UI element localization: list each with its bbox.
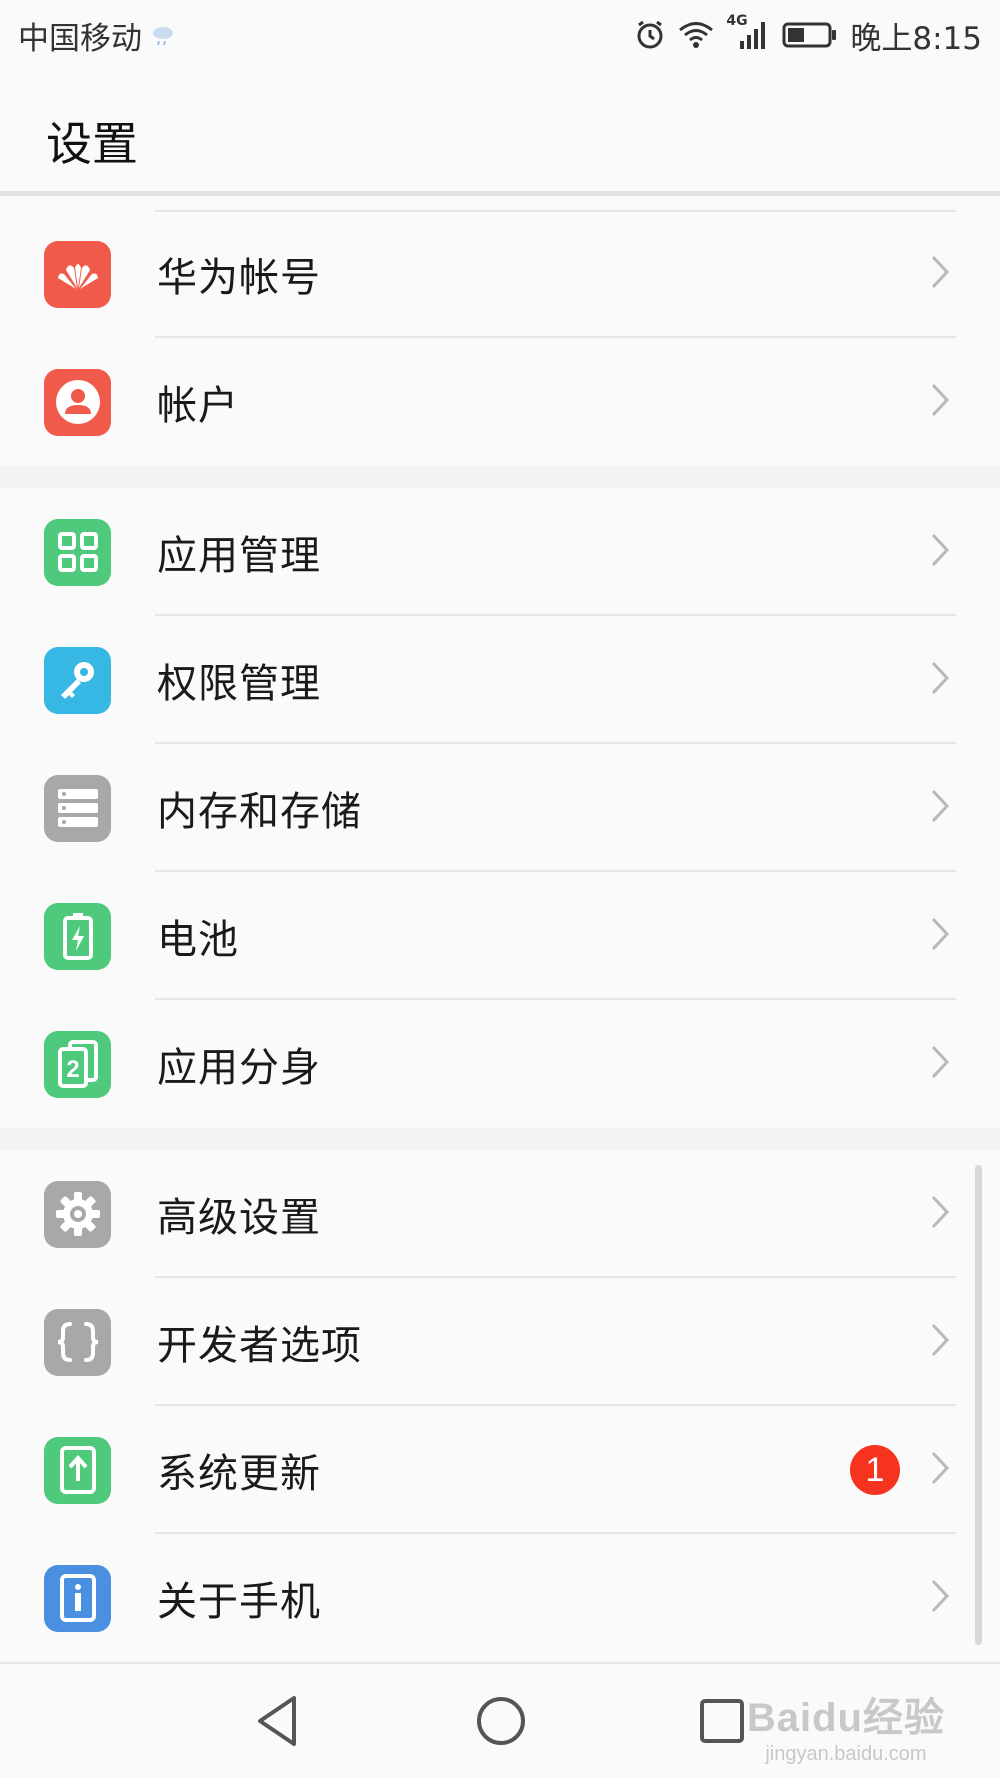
- chevron-right-icon: [930, 788, 950, 828]
- user-icon: [44, 368, 111, 436]
- settings-item-accounts[interactable]: 帐户: [0, 338, 1000, 466]
- weather-icon: [150, 22, 176, 48]
- chevron-right-icon: [930, 382, 950, 422]
- battery-icon: [44, 902, 111, 970]
- settings-item-label: 权限管理: [157, 661, 321, 707]
- settings-item-memory-storage[interactable]: 内存和存储: [0, 744, 1000, 872]
- svg-text:2: 2: [66, 1056, 79, 1083]
- settings-item-battery[interactable]: 电池: [0, 872, 1000, 1000]
- back-button[interactable]: [254, 1694, 300, 1752]
- chevron-right-icon: [930, 1450, 950, 1490]
- signal-icon: 4G: [726, 13, 770, 51]
- chevron-right-icon: [930, 1044, 950, 1084]
- network-type-label: 4G: [726, 13, 748, 29]
- chevron-right-icon: [930, 1322, 950, 1362]
- settings-item-about-phone[interactable]: 关于手机: [0, 1534, 1000, 1662]
- settings-item-label: 电池: [157, 917, 239, 963]
- title-bar: 设置: [0, 70, 1000, 196]
- system-update-icon: [44, 1436, 111, 1504]
- chevron-right-icon: [930, 254, 950, 294]
- chevron-right-icon: [930, 532, 950, 572]
- notification-badge: 1: [850, 1445, 900, 1495]
- battery-status-icon: [782, 21, 838, 49]
- settings-group-apps: 应用管理 权限管理 内存和存储 电池 2 应用分身: [0, 488, 1000, 1128]
- recents-button[interactable]: [698, 1694, 746, 1752]
- info-icon: [44, 1564, 111, 1632]
- settings-item-developer-options[interactable]: 开发者选项: [0, 1278, 1000, 1406]
- settings-item-app-management[interactable]: 应用管理: [0, 488, 1000, 616]
- settings-item-app-twin[interactable]: 2 应用分身: [0, 1000, 1000, 1128]
- storage-icon: [44, 774, 111, 842]
- watermark: Baidu经验 jingyan.baidu.com: [747, 1685, 945, 1766]
- settings-item-label: 华为帐号: [157, 255, 321, 301]
- carrier-info: 中国移动: [18, 13, 176, 58]
- page-title: 设置: [46, 117, 138, 171]
- carrier-name: 中国移动: [18, 20, 142, 57]
- watermark-logo-text: Baidu经验: [746, 1696, 945, 1740]
- clock-time: 晚上8:15: [850, 20, 982, 57]
- scrollbar[interactable]: [975, 1165, 982, 1645]
- status-bar: 中国移动 4G 晚上8:15: [0, 0, 1000, 70]
- chevron-right-icon: [930, 1578, 950, 1618]
- settings-group-account: 华为帐号 帐户: [0, 196, 1000, 466]
- settings-item-label: 系统更新: [157, 1451, 321, 1497]
- group-spacer: [0, 466, 1000, 488]
- settings-item-label: 应用管理: [157, 533, 321, 579]
- gear-icon: [44, 1180, 111, 1248]
- apps-grid-icon: [44, 518, 111, 586]
- huawei-logo-icon: [44, 240, 111, 308]
- settings-item-system-update[interactable]: 系统更新 1: [0, 1406, 1000, 1534]
- settings-item-permissions[interactable]: 权限管理: [0, 616, 1000, 744]
- braces-icon: [44, 1308, 111, 1376]
- watermark-url: jingyan.baidu.com: [765, 1743, 927, 1765]
- settings-list[interactable]: 华为帐号 帐户 应用管理 权限管理 内存和存储 电池 2 应用分身 高级设置 开…: [0, 196, 1000, 1662]
- settings-item-label: 高级设置: [157, 1195, 321, 1241]
- app-twin-icon: 2: [44, 1030, 111, 1098]
- group-spacer: [0, 1128, 1000, 1150]
- settings-item-huawei-id[interactable]: 华为帐号: [0, 210, 1000, 338]
- settings-group-system: 高级设置 开发者选项 系统更新 1 关于手机: [0, 1150, 1000, 1662]
- chevron-right-icon: [930, 1194, 950, 1234]
- wifi-icon: [678, 20, 714, 50]
- settings-item-label: 内存和存储: [157, 789, 362, 835]
- settings-item-label: 关于手机: [157, 1579, 321, 1625]
- chevron-right-icon: [930, 916, 950, 956]
- settings-item-advanced[interactable]: 高级设置: [0, 1150, 1000, 1278]
- settings-item-label: 应用分身: [157, 1045, 321, 1091]
- settings-item-label: 帐户: [157, 383, 239, 429]
- home-button[interactable]: [474, 1694, 528, 1752]
- alarm-icon: [634, 19, 666, 51]
- chevron-right-icon: [930, 660, 950, 700]
- settings-item-label: 开发者选项: [157, 1323, 362, 1369]
- key-icon: [44, 646, 111, 714]
